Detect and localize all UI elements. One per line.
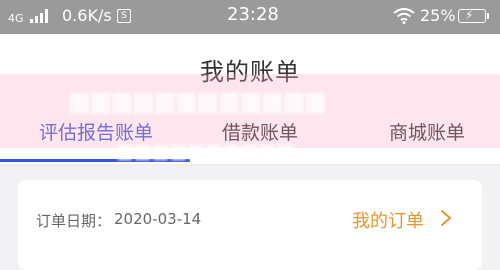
network-type: 4G: [8, 12, 24, 25]
clock: 23:28: [227, 4, 279, 25]
nav-bar: 我的账单: [0, 34, 500, 98]
network-speed: 0.6K/s: [62, 6, 112, 25]
tab-evaluation-report-bill[interactable]: 评估报告账单: [36, 118, 156, 145]
battery-percent: 25%: [420, 6, 456, 25]
active-tab-indicator: [0, 159, 190, 162]
tab-loan-bill[interactable]: 借款账单: [205, 118, 315, 145]
tab-mall-bill[interactable]: 商城账单: [382, 118, 472, 145]
order-date-value: 2020-03-14: [114, 210, 202, 228]
page-title: 我的账单: [200, 58, 300, 86]
signal-icon: [30, 9, 48, 23]
order-card: 订单日期： 2020-03-14 我的订单: [18, 180, 482, 270]
status-bar: 4G 0.6K/s S 23:28 25% ⚡: [0, 0, 500, 34]
wifi-icon: [393, 8, 415, 24]
my-orders-link[interactable]: 我的订单: [352, 207, 424, 233]
chevron-right-icon[interactable]: [438, 208, 454, 228]
battery-icon: ⚡: [458, 8, 489, 23]
speed-box-icon: S: [117, 9, 131, 23]
order-date-label: 订单日期：: [36, 212, 112, 230]
bill-tabs: 评估报告账单 借款账单 商城账单: [0, 98, 500, 165]
